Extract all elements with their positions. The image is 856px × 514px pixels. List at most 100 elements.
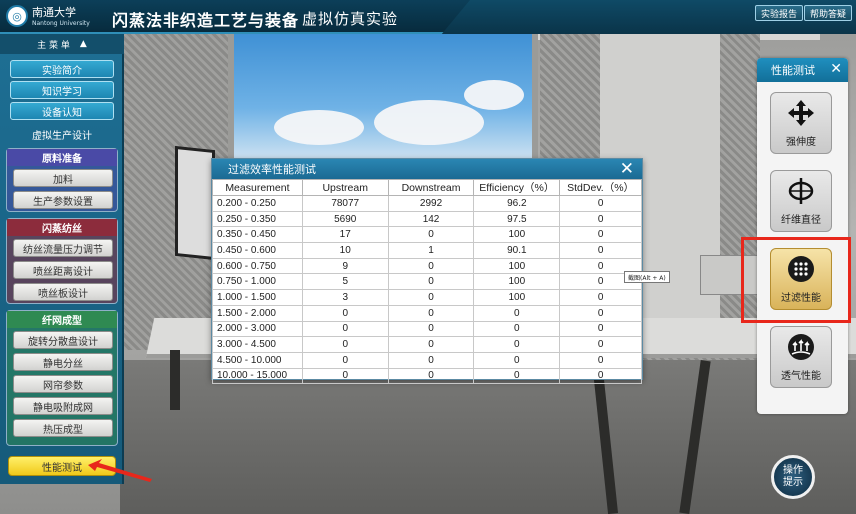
table-cell: 100 — [473, 226, 561, 244]
table-cell: 0 — [559, 289, 642, 306]
table-cell: 0.450 - 0.600 — [212, 242, 303, 259]
table-row: 1.000 - 1.500 3 0 100 0 — [212, 289, 642, 306]
table-cell: 0 — [559, 195, 642, 212]
tool-tensile[interactable]: 强伸度 — [770, 92, 832, 154]
table-cell: 0.200 - 0.250 — [212, 195, 303, 212]
table-cell: 4.500 - 10.000 — [212, 351, 303, 369]
table-cell: 100 — [473, 273, 561, 291]
tips-line1: 操作 — [783, 465, 803, 476]
table-row: 0.200 - 0.250 78077 2992 96.2 0 — [212, 195, 642, 212]
section-title: 纤网成型 — [7, 311, 117, 328]
column-header: StdDev.（%） — [559, 179, 642, 196]
table-cell: 10.000 - 15.000 — [212, 367, 303, 385]
table-cell: 0 — [301, 304, 389, 322]
app-title: 闪蒸法非织造工艺与装备 — [112, 11, 300, 30]
table-cell: 0 — [301, 367, 389, 385]
table-cell: 0.750 - 1.000 — [212, 273, 303, 291]
close-icon[interactable]: ✕ — [620, 159, 634, 179]
table-cell: 96.2 — [473, 195, 561, 212]
tool-fiber-diameter[interactable]: 纤维直径 — [770, 170, 832, 232]
table-cell: 0 — [387, 320, 475, 338]
airflow-icon — [787, 333, 815, 361]
table-cell: 2.000 - 3.000 — [212, 320, 303, 338]
nav-intro[interactable]: 实验简介 — [10, 60, 114, 78]
sub-screen-params[interactable]: 网帘参数 — [13, 375, 113, 393]
table-cell: 0 — [473, 351, 561, 369]
section-materials: 原料准备 加料 生产参数设置 — [6, 148, 118, 212]
column-header: Upstream — [301, 179, 389, 196]
table-cell: 3 — [301, 289, 389, 306]
sub-hot-press[interactable]: 热压成型 — [13, 419, 113, 437]
nav-equipment[interactable]: 设备认知 — [10, 102, 114, 120]
tool-label: 强伸度 — [786, 136, 816, 148]
collapse-icon[interactable]: ▲ — [80, 39, 87, 49]
table-cell: 0 — [559, 304, 642, 322]
sub-spin-distance[interactable]: 喷丝距离设计 — [13, 261, 113, 279]
sub-flow-pressure[interactable]: 纺丝流量压力调节 — [13, 239, 113, 257]
screenshot-tooltip: 截图(Alt + A) — [624, 271, 670, 283]
column-header: Measurement — [212, 179, 303, 196]
top-bar: ◎ 南通大学 Nantong University 闪蒸法非织造工艺与装备 虚拟… — [0, 0, 856, 34]
table-row: 0.600 - 0.750 9 0 100 0 — [212, 257, 642, 275]
virtual-design-label[interactable]: 虚拟生产设计 — [0, 125, 124, 143]
table-cell: 0 — [559, 336, 642, 353]
column-header: Efficiency（%） — [473, 179, 561, 196]
table-cell: 0.350 - 0.450 — [212, 226, 303, 244]
table-cell: 10 — [301, 242, 389, 259]
nav-knowledge[interactable]: 知识学习 — [10, 81, 114, 99]
red-arrow-icon — [88, 459, 152, 482]
table-cell: 0 — [559, 226, 642, 244]
section-spinning: 闪蒸纺丝 纺丝流量压力调节 喷丝距离设计 喷丝板设计 — [6, 218, 118, 304]
diameter-icon — [787, 177, 815, 205]
help-button[interactable]: 帮助答疑 — [804, 5, 853, 21]
table-row: 4.500 - 10.000 0 0 0 0 — [212, 351, 642, 369]
table-cell: 9 — [301, 257, 389, 275]
operation-tips-button[interactable]: 操作 提示 — [771, 455, 815, 499]
sub-electrostatic-split[interactable]: 静电分丝 — [13, 353, 113, 371]
university-logo-icon: ◎ — [6, 5, 28, 27]
table-cell: 5690 — [301, 210, 389, 228]
table-cell: 0 — [387, 367, 475, 385]
table-cell: 0 — [473, 304, 561, 322]
tool-label: 透气性能 — [781, 370, 821, 382]
table-cell: 0 — [559, 351, 642, 369]
column-header: Downstream — [387, 179, 475, 196]
table-cell: 0 — [301, 351, 389, 369]
sub-feed[interactable]: 加料 — [13, 169, 113, 187]
window-sky — [228, 30, 538, 160]
table-cell: 1.500 - 2.000 — [212, 304, 303, 322]
table-cell: 0.250 - 0.350 — [212, 210, 303, 228]
report-button[interactable]: 实验报告 — [755, 5, 804, 21]
tool-air-permeability[interactable]: 透气性能 — [770, 326, 832, 388]
section-title: 闪蒸纺丝 — [7, 219, 117, 236]
table-cell: 78077 — [301, 195, 389, 212]
close-icon[interactable]: ✕ — [830, 61, 842, 77]
main-menu-header[interactable]: 主 菜 单 ▲ — [0, 34, 124, 54]
table-cell: 90.1 — [473, 242, 561, 259]
sub-rotating-disc[interactable]: 旋转分散盘设计 — [13, 331, 113, 349]
sub-production-params[interactable]: 生产参数设置 — [13, 191, 113, 209]
tool-label: 纤维直径 — [781, 214, 821, 226]
table-row: 1.500 - 2.000 0 0 0 0 — [212, 304, 642, 322]
panel-header: 性能测试 ✕ — [757, 58, 848, 82]
move-arrows-icon — [787, 99, 815, 127]
table-cell: 1 — [387, 242, 475, 259]
dialog-header: 过滤效率性能测试 ✕ — [212, 159, 642, 179]
table-cell: 3.000 - 4.500 — [212, 336, 303, 353]
table-cell: 0 — [559, 367, 642, 385]
table-cell: 0 — [473, 367, 561, 385]
title-plate: ◎ 南通大学 Nantong University 闪蒸法非织造工艺与装备 虚拟… — [0, 0, 470, 34]
table-cell: 2992 — [387, 195, 475, 212]
table-cell: 0 — [301, 320, 389, 338]
table-cell: 100 — [473, 289, 561, 306]
table-cell: 142 — [387, 210, 475, 228]
table-cell: 0.600 - 0.750 — [212, 257, 303, 275]
section-web-forming: 纤网成型 旋转分散盘设计 静电分丝 网帘参数 静电吸附成网 热压成型 — [6, 310, 118, 446]
table-cell: 0 — [301, 336, 389, 353]
table-cell: 0 — [387, 351, 475, 369]
table-cell: 5 — [301, 273, 389, 291]
table-cell: 0 — [387, 336, 475, 353]
sub-spinneret[interactable]: 喷丝板设计 — [13, 283, 113, 301]
sub-electrostatic-web[interactable]: 静电吸附成网 — [13, 397, 113, 415]
table-cell: 17 — [301, 226, 389, 244]
